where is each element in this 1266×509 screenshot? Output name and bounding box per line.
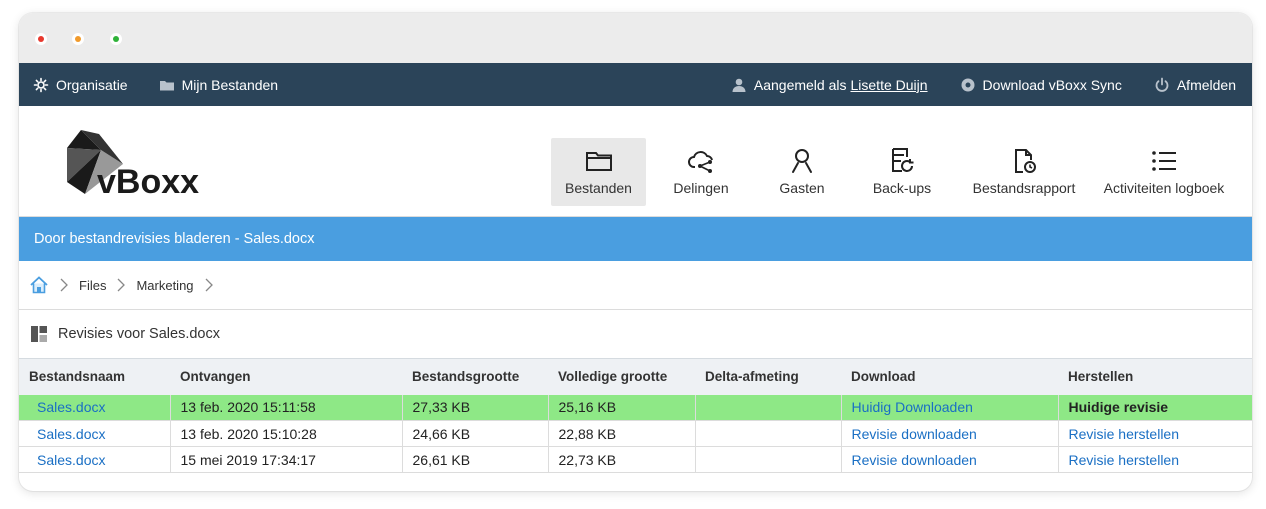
received-cell: 13 feb. 2020 15:10:28 [170,420,403,447]
restore-revision-link[interactable]: Revisie herstellen [1058,421,1252,447]
breadcrumb-files[interactable]: Files [79,278,106,293]
delta-cell [695,394,842,421]
tab-activiteiten-logboek[interactable]: Activiteiten logboek [1092,138,1236,206]
chevron-right-icon [60,278,68,292]
logo-text: vBoxx [97,163,199,200]
cloud-share-icon [688,151,713,173]
user-icon [792,149,812,173]
tab-bestanden[interactable]: Bestanden [551,138,646,206]
file-report-icon [1015,149,1036,173]
received-cell: 15 mei 2019 17:34:17 [170,446,403,473]
folder-icon [159,80,174,90]
download-revision-link[interactable]: Revisie downloaden [841,446,1059,473]
column-header-delta-afmeting[interactable]: Delta-afmeting [695,359,841,395]
chevron-right-icon [205,278,213,292]
table-row: Sales.docx 13 feb. 2020 15:10:28 24,66 K… [19,420,1252,447]
app-header: vBoxx Bestanden Delingen Gasten Back-ups… [19,106,1252,217]
file-name-link[interactable]: Sales.docx [19,394,171,421]
revisions-table: Bestandsnaam Ontvangen Bestandsgrootte V… [19,358,1252,473]
download-current-link[interactable]: Huidig Downloaden [841,394,1059,421]
user-name-link[interactable]: Lisette Duijn [851,77,928,93]
tab-delingen-label: Delingen [673,180,729,196]
tab-gasten[interactable]: Gasten [756,138,848,206]
table-row: Sales.docx 13 feb. 2020 15:11:58 27,33 K… [19,394,1252,421]
window-titlebar [19,13,1252,63]
tab-delingen[interactable]: Delingen [646,138,756,206]
gear-icon [33,77,49,92]
layout-icon [31,326,47,342]
browser-window: Organisatie Mijn Bestanden Aangemeld als… [19,13,1252,491]
sync-icon [961,78,975,91]
home-icon[interactable] [29,275,49,295]
nav-download-sync[interactable]: Download vBoxx Sync [960,77,1122,93]
nav-organisatie-label: Organisatie [56,76,128,93]
nav-afmelden-label: Afmelden [1176,76,1236,93]
file-name-link[interactable]: Sales.docx [19,420,171,447]
column-header-volledige-grootte[interactable]: Volledige grootte [548,359,695,395]
column-header-download: Download [851,369,916,385]
logged-in-user: Aangemeld als Lisette Duijn [731,77,928,93]
nav-afmelden[interactable]: Afmelden [1154,77,1236,93]
full-size-cell: 25,16 KB [548,394,696,421]
size-cell: 26,61 KB [402,446,549,473]
size-cell: 24,66 KB [402,420,549,447]
delta-cell [695,420,842,447]
current-revision-label: Huidige revisie [1068,399,1169,416]
tab-activiteiten-logboek-label: Activiteiten logboek [1103,180,1225,196]
nav-organisatie[interactable]: Organisatie [33,77,128,93]
user-icon [732,78,746,92]
column-header-bestandsnaam[interactable]: Bestandsnaam [19,359,170,395]
tab-bestandsrapport-label: Bestandsrapport [972,180,1076,196]
revisions-title: Revisies voor Sales.docx [58,326,220,342]
minimize-window-button[interactable] [72,33,84,45]
power-icon [1155,77,1169,92]
nav-mijn-bestanden[interactable]: Mijn Bestanden [159,76,279,93]
table-header-row: Bestandsnaam Ontvangen Bestandsgrootte V… [19,358,1252,395]
received-cell: 13 feb. 2020 15:11:58 [170,394,403,421]
close-window-button[interactable] [35,33,47,45]
vboxx-logo[interactable]: vBoxx [67,130,212,201]
delta-cell [695,446,842,473]
restore-revision-link[interactable]: Revisie herstellen [1058,447,1252,473]
logged-in-prefix: Aangemeld als [753,76,847,93]
tab-bestandsrapport[interactable]: Bestandsrapport [956,138,1092,206]
chevron-right-icon [117,278,126,292]
main-tabs: Bestanden Delingen Gasten Back-ups Besta… [551,138,1236,206]
full-size-cell: 22,88 KB [548,420,696,447]
full-size-cell: 22,73 KB [548,446,696,473]
tab-backups-label: Back-ups [872,180,932,196]
top-navigation-right: Aangemeld als Lisette Duijn Download vBo… [699,77,1236,93]
column-header-bestandsgrootte[interactable]: Bestandsgrootte [402,359,548,395]
tab-bestanden-label: Bestanden [565,180,632,196]
list-icon [1152,151,1176,171]
page-title-bar: Door bestandrevisies bladeren - Sales.do… [19,217,1252,261]
breadcrumb-marketing[interactable]: Marketing [136,278,193,293]
tab-backups[interactable]: Back-ups [848,138,956,206]
size-cell: 27,33 KB [402,394,549,421]
tab-gasten-label: Gasten [779,180,825,196]
nav-download-sync-label: Download vBoxx Sync [982,76,1122,93]
breadcrumb: Files Marketing [19,261,1252,310]
revisions-section-header: Revisies voor Sales.docx [19,310,1252,358]
table-row: Sales.docx 15 mei 2019 17:34:17 26,61 KB… [19,446,1252,473]
page-title: Door bestandrevisies bladeren - Sales.do… [34,231,315,247]
column-header-herstellen: Herstellen [1068,369,1134,385]
file-name-link[interactable]: Sales.docx [19,446,171,473]
download-revision-link[interactable]: Revisie downloaden [841,420,1059,447]
backup-icon [892,148,914,172]
maximize-window-button[interactable] [110,33,122,45]
folder-icon [585,152,612,171]
top-navigation: Organisatie Mijn Bestanden Aangemeld als… [19,63,1252,106]
column-header-ontvangen[interactable]: Ontvangen [170,359,402,395]
nav-mijn-bestanden-label: Mijn Bestanden [181,76,279,93]
